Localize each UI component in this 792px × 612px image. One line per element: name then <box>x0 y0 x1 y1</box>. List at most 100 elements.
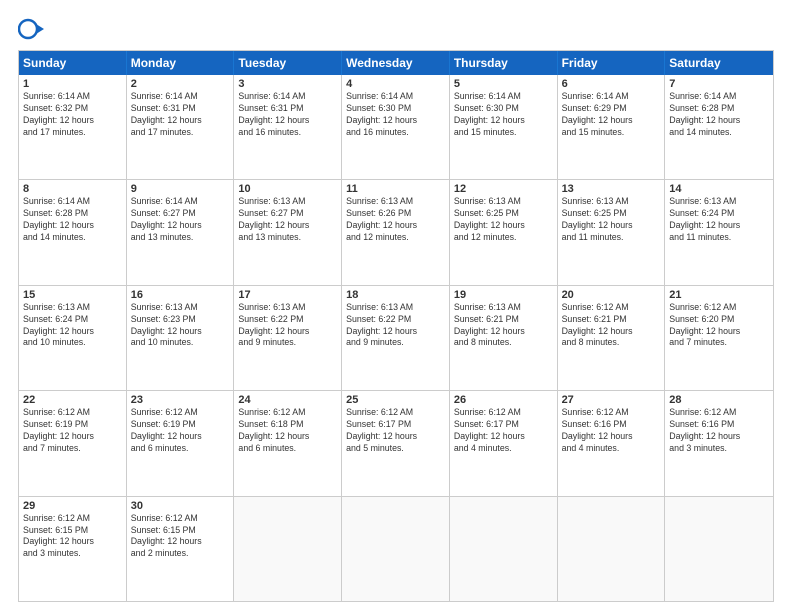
day-info: Sunrise: 6:12 AM Sunset: 6:19 PM Dayligh… <box>131 407 230 455</box>
day-info: Sunrise: 6:14 AM Sunset: 6:28 PM Dayligh… <box>669 91 769 139</box>
header-day-tuesday: Tuesday <box>234 51 342 75</box>
day-cell-4: 4Sunrise: 6:14 AM Sunset: 6:30 PM Daylig… <box>342 75 450 179</box>
header-day-friday: Friday <box>558 51 666 75</box>
day-info: Sunrise: 6:14 AM Sunset: 6:31 PM Dayligh… <box>238 91 337 139</box>
day-cell-27: 27Sunrise: 6:12 AM Sunset: 6:16 PM Dayli… <box>558 391 666 495</box>
day-cell-17: 17Sunrise: 6:13 AM Sunset: 6:22 PM Dayli… <box>234 286 342 390</box>
day-cell-11: 11Sunrise: 6:13 AM Sunset: 6:26 PM Dayli… <box>342 180 450 284</box>
logo <box>18 16 48 42</box>
day-number: 11 <box>346 183 445 195</box>
day-cell-28: 28Sunrise: 6:12 AM Sunset: 6:16 PM Dayli… <box>665 391 773 495</box>
day-info: Sunrise: 6:13 AM Sunset: 6:25 PM Dayligh… <box>562 196 661 244</box>
day-number: 6 <box>562 78 661 90</box>
day-cell-20: 20Sunrise: 6:12 AM Sunset: 6:21 PM Dayli… <box>558 286 666 390</box>
day-number: 18 <box>346 289 445 301</box>
day-cell-1: 1Sunrise: 6:14 AM Sunset: 6:32 PM Daylig… <box>19 75 127 179</box>
day-info: Sunrise: 6:12 AM Sunset: 6:20 PM Dayligh… <box>669 302 769 350</box>
day-info: Sunrise: 6:13 AM Sunset: 6:26 PM Dayligh… <box>346 196 445 244</box>
logo-icon <box>18 16 44 42</box>
header-day-wednesday: Wednesday <box>342 51 450 75</box>
day-cell-29: 29Sunrise: 6:12 AM Sunset: 6:15 PM Dayli… <box>19 497 127 601</box>
day-number: 4 <box>346 78 445 90</box>
day-number: 8 <box>23 183 122 195</box>
day-cell-16: 16Sunrise: 6:13 AM Sunset: 6:23 PM Dayli… <box>127 286 235 390</box>
calendar-row-3: 15Sunrise: 6:13 AM Sunset: 6:24 PM Dayli… <box>19 285 773 390</box>
day-number: 5 <box>454 78 553 90</box>
day-cell-21: 21Sunrise: 6:12 AM Sunset: 6:20 PM Dayli… <box>665 286 773 390</box>
day-info: Sunrise: 6:13 AM Sunset: 6:21 PM Dayligh… <box>454 302 553 350</box>
day-info: Sunrise: 6:12 AM Sunset: 6:15 PM Dayligh… <box>131 513 230 561</box>
day-cell-30: 30Sunrise: 6:12 AM Sunset: 6:15 PM Dayli… <box>127 497 235 601</box>
day-number: 29 <box>23 500 122 512</box>
header-day-sunday: Sunday <box>19 51 127 75</box>
day-number: 9 <box>131 183 230 195</box>
day-number: 27 <box>562 394 661 406</box>
day-number: 7 <box>669 78 769 90</box>
day-number: 16 <box>131 289 230 301</box>
page: SundayMondayTuesdayWednesdayThursdayFrid… <box>0 0 792 612</box>
day-number: 23 <box>131 394 230 406</box>
day-number: 19 <box>454 289 553 301</box>
day-info: Sunrise: 6:12 AM Sunset: 6:17 PM Dayligh… <box>346 407 445 455</box>
day-cell-3: 3Sunrise: 6:14 AM Sunset: 6:31 PM Daylig… <box>234 75 342 179</box>
day-info: Sunrise: 6:12 AM Sunset: 6:15 PM Dayligh… <box>23 513 122 561</box>
empty-cell <box>342 497 450 601</box>
day-cell-2: 2Sunrise: 6:14 AM Sunset: 6:31 PM Daylig… <box>127 75 235 179</box>
day-info: Sunrise: 6:14 AM Sunset: 6:30 PM Dayligh… <box>454 91 553 139</box>
day-number: 15 <box>23 289 122 301</box>
day-info: Sunrise: 6:12 AM Sunset: 6:17 PM Dayligh… <box>454 407 553 455</box>
day-info: Sunrise: 6:14 AM Sunset: 6:30 PM Dayligh… <box>346 91 445 139</box>
calendar: SundayMondayTuesdayWednesdayThursdayFrid… <box>18 50 774 602</box>
day-cell-7: 7Sunrise: 6:14 AM Sunset: 6:28 PM Daylig… <box>665 75 773 179</box>
day-info: Sunrise: 6:13 AM Sunset: 6:25 PM Dayligh… <box>454 196 553 244</box>
day-info: Sunrise: 6:14 AM Sunset: 6:29 PM Dayligh… <box>562 91 661 139</box>
day-info: Sunrise: 6:14 AM Sunset: 6:28 PM Dayligh… <box>23 196 122 244</box>
day-cell-23: 23Sunrise: 6:12 AM Sunset: 6:19 PM Dayli… <box>127 391 235 495</box>
day-number: 2 <box>131 78 230 90</box>
header-day-thursday: Thursday <box>450 51 558 75</box>
day-cell-26: 26Sunrise: 6:12 AM Sunset: 6:17 PM Dayli… <box>450 391 558 495</box>
calendar-row-4: 22Sunrise: 6:12 AM Sunset: 6:19 PM Dayli… <box>19 390 773 495</box>
day-cell-9: 9Sunrise: 6:14 AM Sunset: 6:27 PM Daylig… <box>127 180 235 284</box>
day-number: 14 <box>669 183 769 195</box>
day-number: 30 <box>131 500 230 512</box>
day-cell-10: 10Sunrise: 6:13 AM Sunset: 6:27 PM Dayli… <box>234 180 342 284</box>
day-cell-18: 18Sunrise: 6:13 AM Sunset: 6:22 PM Dayli… <box>342 286 450 390</box>
calendar-row-2: 8Sunrise: 6:14 AM Sunset: 6:28 PM Daylig… <box>19 179 773 284</box>
day-number: 28 <box>669 394 769 406</box>
day-number: 3 <box>238 78 337 90</box>
day-number: 20 <box>562 289 661 301</box>
day-cell-25: 25Sunrise: 6:12 AM Sunset: 6:17 PM Dayli… <box>342 391 450 495</box>
header <box>18 16 774 42</box>
empty-cell <box>665 497 773 601</box>
day-number: 10 <box>238 183 337 195</box>
day-number: 1 <box>23 78 122 90</box>
empty-cell <box>450 497 558 601</box>
day-info: Sunrise: 6:12 AM Sunset: 6:16 PM Dayligh… <box>669 407 769 455</box>
calendar-row-1: 1Sunrise: 6:14 AM Sunset: 6:32 PM Daylig… <box>19 75 773 179</box>
day-number: 17 <box>238 289 337 301</box>
day-number: 22 <box>23 394 122 406</box>
day-info: Sunrise: 6:13 AM Sunset: 6:22 PM Dayligh… <box>346 302 445 350</box>
day-number: 24 <box>238 394 337 406</box>
day-number: 21 <box>669 289 769 301</box>
day-cell-24: 24Sunrise: 6:12 AM Sunset: 6:18 PM Dayli… <box>234 391 342 495</box>
calendar-body: 1Sunrise: 6:14 AM Sunset: 6:32 PM Daylig… <box>19 75 773 601</box>
day-cell-6: 6Sunrise: 6:14 AM Sunset: 6:29 PM Daylig… <box>558 75 666 179</box>
day-number: 25 <box>346 394 445 406</box>
day-cell-22: 22Sunrise: 6:12 AM Sunset: 6:19 PM Dayli… <box>19 391 127 495</box>
day-info: Sunrise: 6:13 AM Sunset: 6:24 PM Dayligh… <box>669 196 769 244</box>
header-day-saturday: Saturday <box>665 51 773 75</box>
empty-cell <box>234 497 342 601</box>
day-info: Sunrise: 6:12 AM Sunset: 6:21 PM Dayligh… <box>562 302 661 350</box>
day-cell-8: 8Sunrise: 6:14 AM Sunset: 6:28 PM Daylig… <box>19 180 127 284</box>
empty-cell <box>558 497 666 601</box>
day-cell-19: 19Sunrise: 6:13 AM Sunset: 6:21 PM Dayli… <box>450 286 558 390</box>
day-info: Sunrise: 6:13 AM Sunset: 6:24 PM Dayligh… <box>23 302 122 350</box>
day-info: Sunrise: 6:13 AM Sunset: 6:27 PM Dayligh… <box>238 196 337 244</box>
day-info: Sunrise: 6:12 AM Sunset: 6:19 PM Dayligh… <box>23 407 122 455</box>
day-cell-14: 14Sunrise: 6:13 AM Sunset: 6:24 PM Dayli… <box>665 180 773 284</box>
day-info: Sunrise: 6:12 AM Sunset: 6:16 PM Dayligh… <box>562 407 661 455</box>
day-number: 12 <box>454 183 553 195</box>
day-info: Sunrise: 6:14 AM Sunset: 6:27 PM Dayligh… <box>131 196 230 244</box>
